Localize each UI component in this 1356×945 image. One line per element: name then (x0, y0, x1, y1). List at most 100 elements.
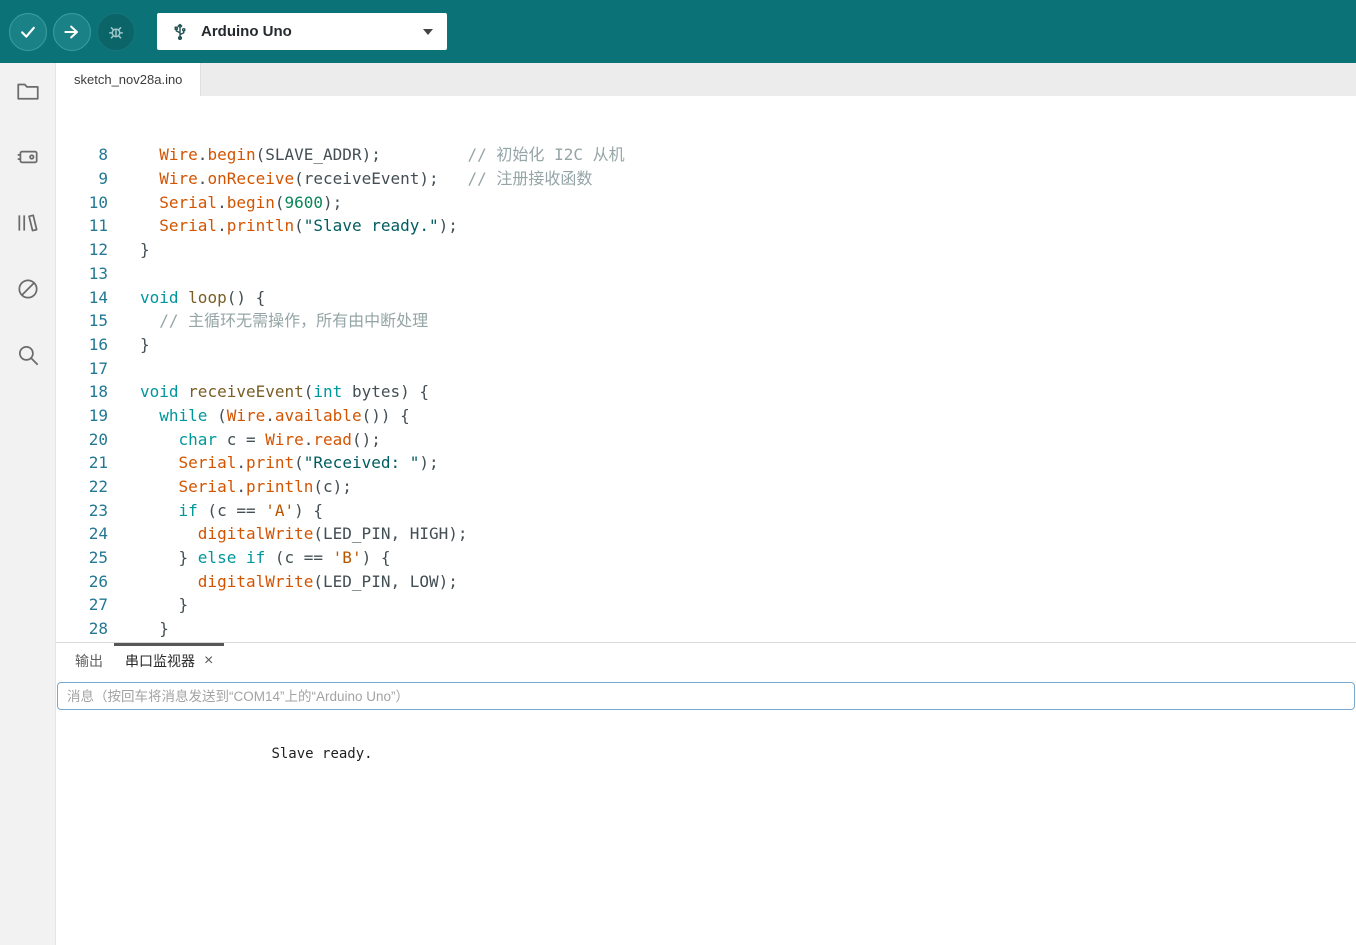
line-text (108, 262, 140, 286)
line-number: 22 (88, 477, 108, 497)
line-text: } (140, 619, 169, 639)
bug-icon (109, 26, 123, 39)
bottom-panel: 输出 串口监视器 × Slave ready. (56, 642, 1356, 945)
code-line[interactable]: 27 } (56, 593, 1356, 617)
line-number: 14 (88, 287, 108, 307)
activity-sidebar (0, 63, 56, 945)
main-area: sketch_nov28a.ino 8 Wire.begin(SLAVE_ADD… (0, 63, 1356, 945)
line-number: 24 (88, 524, 108, 544)
line-number: 25 (88, 548, 108, 568)
sidebar-item-library-manager[interactable] (14, 209, 42, 237)
close-icon[interactable]: × (204, 653, 213, 669)
line-number: 13 (88, 263, 108, 283)
code-line[interactable]: 24 digitalWrite(LED_PIN, HIGH); (56, 522, 1356, 546)
line-text (108, 357, 140, 381)
editor-tab-bar: sketch_nov28a.ino (56, 63, 1356, 96)
code-editor[interactable]: 8 Wire.begin(SLAVE_ADDR); // 初始化 I2C 从机 9… (56, 96, 1356, 642)
folder-icon (16, 83, 39, 100)
line-number: 23 (88, 500, 108, 520)
line-number: 26 (88, 571, 108, 591)
line-number: 28 (88, 619, 108, 639)
debug-disabled-icon (17, 279, 38, 299)
line-number: 20 (88, 429, 108, 449)
line-number: 21 (88, 453, 108, 473)
code-line[interactable]: 19 while (Wire.available()) { (56, 404, 1356, 428)
code-line[interactable]: 21 Serial.print("Received: "); (56, 451, 1356, 475)
code-line[interactable]: 11 Serial.println("Slave ready."); (56, 214, 1356, 238)
code-line[interactable]: 17 (56, 357, 1356, 381)
code-line[interactable]: 28 } (56, 617, 1356, 641)
sidebar-item-sketchbook[interactable] (14, 77, 42, 105)
sidebar-item-boards-manager[interactable] (14, 143, 42, 171)
code-line[interactable]: 14 void loop() { (56, 286, 1356, 310)
upload-button[interactable] (53, 12, 91, 51)
arrow-right-icon (64, 25, 78, 38)
line-text: Wire.onReceive(receiveEvent); // 注册接收函数 (159, 169, 593, 189)
code-lines: 8 Wire.begin(SLAVE_ADDR); // 初始化 I2C 从机 9… (56, 143, 1356, 642)
line-text: if (c == 'A') { (178, 500, 324, 520)
line-number: 9 (98, 169, 108, 189)
line-text: char c = Wire.read(); (178, 429, 381, 449)
tab-serial-monitor[interactable]: 串口监视器 × (114, 643, 224, 679)
tab-output[interactable]: 输出 (64, 643, 114, 679)
line-text: } (140, 334, 150, 354)
panel-tab-bar: 输出 串口监视器 × (56, 643, 1356, 679)
usb-icon (174, 23, 186, 40)
line-number: 18 (88, 382, 108, 402)
code-line[interactable]: 26 digitalWrite(LED_PIN, LOW); (56, 570, 1356, 594)
check-icon (21, 26, 35, 38)
line-number: 11 (88, 216, 108, 236)
serial-output: Slave ready. (56, 710, 1356, 945)
code-line[interactable]: 13 (56, 262, 1356, 286)
verify-button[interactable] (9, 12, 47, 51)
content-area: sketch_nov28a.ino 8 Wire.begin(SLAVE_ADD… (56, 63, 1356, 945)
line-number: 15 (88, 311, 108, 331)
serial-message-input[interactable] (57, 682, 1355, 710)
board-selector[interactable]: Arduino Uno (157, 13, 447, 50)
line-text: Serial.print("Received: "); (178, 453, 439, 473)
code-line[interactable]: 12} (56, 238, 1356, 262)
line-text: Wire.begin(SLAVE_ADDR); // 初始化 I2C 从机 (159, 145, 625, 165)
code-line[interactable]: 22 Serial.println(c); (56, 475, 1356, 499)
code-line[interactable]: 18 void receiveEvent(int bytes) { (56, 380, 1356, 404)
line-text: } (140, 240, 150, 260)
line-text: digitalWrite(LED_PIN, HIGH); (197, 524, 468, 544)
code-line[interactable]: 25 } else if (c == 'B') { (56, 546, 1356, 570)
serial-output-text: Slave ready. (271, 746, 373, 762)
line-number: 17 (88, 358, 108, 378)
tab-sketch[interactable]: sketch_nov28a.ino (56, 63, 202, 96)
line-number: 16 (88, 334, 108, 354)
code-line[interactable]: 10 Serial.begin(9600); (56, 191, 1356, 215)
code-line[interactable]: 8 Wire.begin(SLAVE_ADDR); // 初始化 I2C 从机 (56, 143, 1356, 167)
tab-output-label: 输出 (75, 653, 103, 669)
tab-serial-monitor-label: 串口监视器 (125, 653, 195, 669)
code-line[interactable]: 20 char c = Wire.read(); (56, 428, 1356, 452)
line-number: 19 (88, 405, 108, 425)
debug-button[interactable] (97, 12, 135, 51)
line-number: 8 (98, 145, 108, 165)
code-line[interactable]: 23 if (c == 'A') { (56, 499, 1356, 523)
line-text: Serial.println("Slave ready."); (159, 216, 458, 236)
code-line[interactable]: 15 // 主循环无需操作，所有由中断处理 (56, 309, 1356, 333)
line-text: } (140, 595, 189, 615)
code-line[interactable]: 9 Wire.onReceive(receiveEvent); // 注册接收函… (56, 167, 1356, 191)
code-line[interactable]: 16} (56, 333, 1356, 357)
line-text: void receiveEvent(int bytes) { (140, 382, 430, 402)
line-text: void loop() { (140, 287, 266, 307)
library-icon (17, 214, 38, 232)
tab-sketch-label: sketch_nov28a.ino (74, 72, 183, 87)
board-icon (17, 150, 38, 164)
line-text: // 主循环无需操作，所有由中断处理 (159, 311, 429, 331)
sidebar-item-search[interactable] (14, 341, 42, 369)
line-text: } else if (c == 'B') { (140, 548, 391, 568)
line-number: 10 (88, 192, 108, 212)
chevron-down-icon (423, 28, 433, 35)
line-text: digitalWrite(LED_PIN, LOW); (197, 571, 458, 591)
line-text: Serial.begin(9600); (159, 192, 343, 212)
toolbar: Arduino Uno (0, 0, 1356, 63)
sidebar-item-debug[interactable] (14, 275, 42, 303)
search-icon (18, 346, 38, 366)
line-text: Serial.println(c); (178, 477, 352, 497)
line-number: 12 (88, 240, 108, 260)
line-number: 27 (88, 595, 108, 615)
